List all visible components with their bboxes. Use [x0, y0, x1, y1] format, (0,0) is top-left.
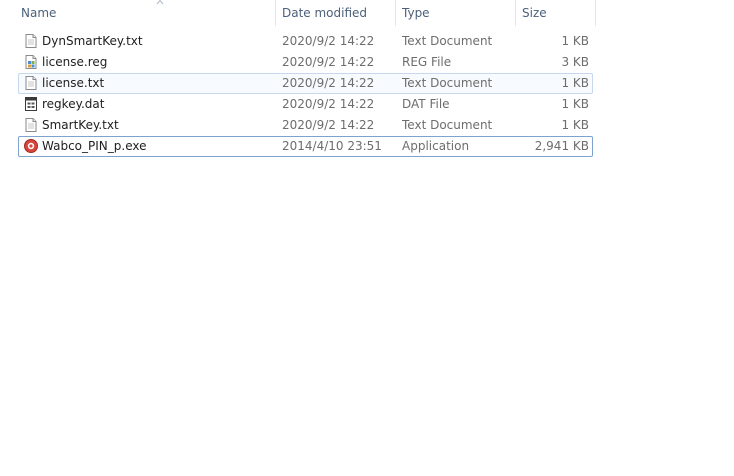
- file-name: license.reg: [42, 55, 108, 69]
- file-row-smartkey-txt[interactable]: SmartKey.txt 2020/9/2 14:22 Text Documen…: [18, 115, 593, 136]
- file-date-modified: 2020/9/2 14:22: [282, 97, 375, 111]
- file-date-modified: 2020/9/2 14:22: [282, 55, 375, 69]
- column-header-size[interactable]: Size: [516, 0, 596, 26]
- file-date-modified: 2020/9/2 14:22: [282, 118, 375, 132]
- column-header-name-label: Name: [21, 6, 57, 20]
- file-name: Wabco_PIN_p.exe: [42, 139, 147, 153]
- column-header-bar: Name Date modified Type Size: [0, 0, 734, 26]
- text-file-icon: [25, 34, 37, 48]
- file-type: Text Document: [402, 34, 493, 48]
- file-row-regkey-dat[interactable]: regkey.dat 2020/9/2 14:22 DAT File 1 KB: [18, 94, 593, 115]
- file-size: 2,941 KB: [534, 139, 589, 153]
- file-name: DynSmartKey.txt: [42, 34, 143, 48]
- file-list: DynSmartKey.txt 2020/9/2 14:22 Text Docu…: [18, 31, 593, 157]
- registry-file-icon: [25, 55, 37, 69]
- file-type: REG File: [402, 55, 452, 69]
- file-explorer-window: Name Date modified Type Size DynSmartKey…: [0, 0, 734, 476]
- data-file-icon: [25, 97, 37, 111]
- column-header-date-label: Date modified: [282, 6, 368, 20]
- column-header-type-label: Type: [402, 6, 430, 20]
- file-size: 1 KB: [561, 34, 589, 48]
- text-file-icon: [25, 76, 37, 90]
- file-size: 1 KB: [561, 118, 589, 132]
- file-date-modified: 2020/9/2 14:22: [282, 76, 375, 90]
- file-size: 3 KB: [561, 55, 589, 69]
- file-date-modified: 2020/9/2 14:22: [282, 34, 375, 48]
- file-row-wabco-pin-p-exe[interactable]: Wabco_PIN_p.exe 2014/4/10 23:51 Applicat…: [18, 136, 593, 157]
- file-name: SmartKey.txt: [42, 118, 119, 132]
- file-row-license-txt[interactable]: license.txt 2020/9/2 14:22 Text Document…: [18, 73, 593, 94]
- file-date-modified: 2014/4/10 23:51: [282, 139, 382, 153]
- column-header-size-label: Size: [522, 6, 547, 20]
- file-size: 1 KB: [561, 76, 589, 90]
- file-row-license-reg[interactable]: license.reg 2020/9/2 14:22 REG File 3 KB: [18, 52, 593, 73]
- file-size: 1 KB: [561, 97, 589, 111]
- column-header-type[interactable]: Type: [396, 0, 516, 26]
- file-row-dynsmartkey-txt[interactable]: DynSmartKey.txt 2020/9/2 14:22 Text Docu…: [18, 31, 593, 52]
- application-icon: [24, 139, 38, 153]
- file-type: Application: [402, 139, 470, 153]
- file-name: regkey.dat: [42, 97, 105, 111]
- text-file-icon: [25, 118, 37, 132]
- file-type: DAT File: [402, 97, 450, 111]
- sort-ascending-icon: [156, 0, 164, 5]
- column-header-date-modified[interactable]: Date modified: [276, 0, 396, 26]
- file-name: license.txt: [42, 76, 105, 90]
- file-type: Text Document: [402, 118, 493, 132]
- file-type: Text Document: [402, 76, 493, 90]
- column-header-name[interactable]: Name: [15, 0, 276, 26]
